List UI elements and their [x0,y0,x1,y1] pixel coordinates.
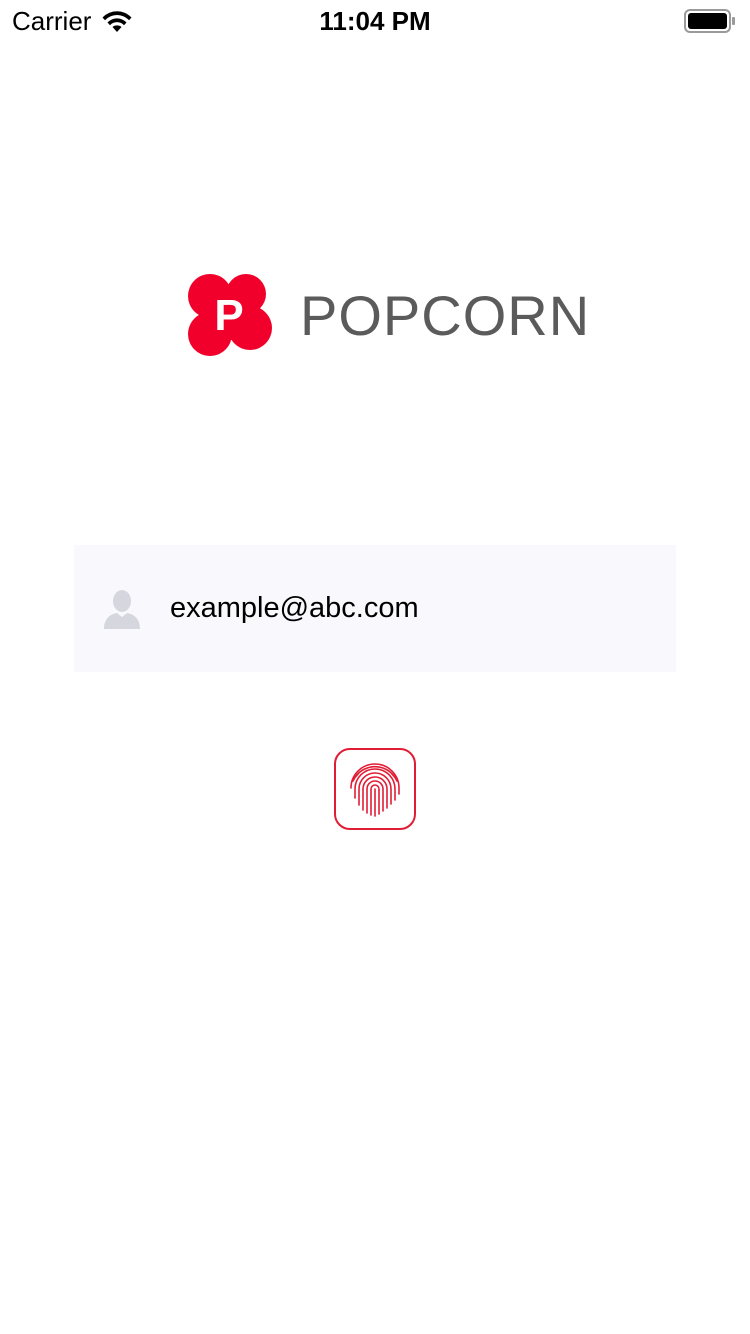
fingerprint-icon [350,763,400,817]
battery-icon [684,9,735,33]
app-logo: P POPCORN [186,272,590,358]
user-icon [104,589,140,629]
email-field[interactable] [74,545,676,672]
touch-id-button[interactable] [334,748,416,830]
status-bar: Carrier 11:04 PM [0,0,750,40]
email-input[interactable] [170,592,650,625]
logo-letter: P [214,291,243,340]
app-name: POPCORN [300,283,591,347]
login-screen: Carrier 11:04 PM P POPCORN [0,0,750,1334]
status-time: 11:04 PM [319,6,431,36]
popcorn-logo-icon: P [188,274,272,356]
